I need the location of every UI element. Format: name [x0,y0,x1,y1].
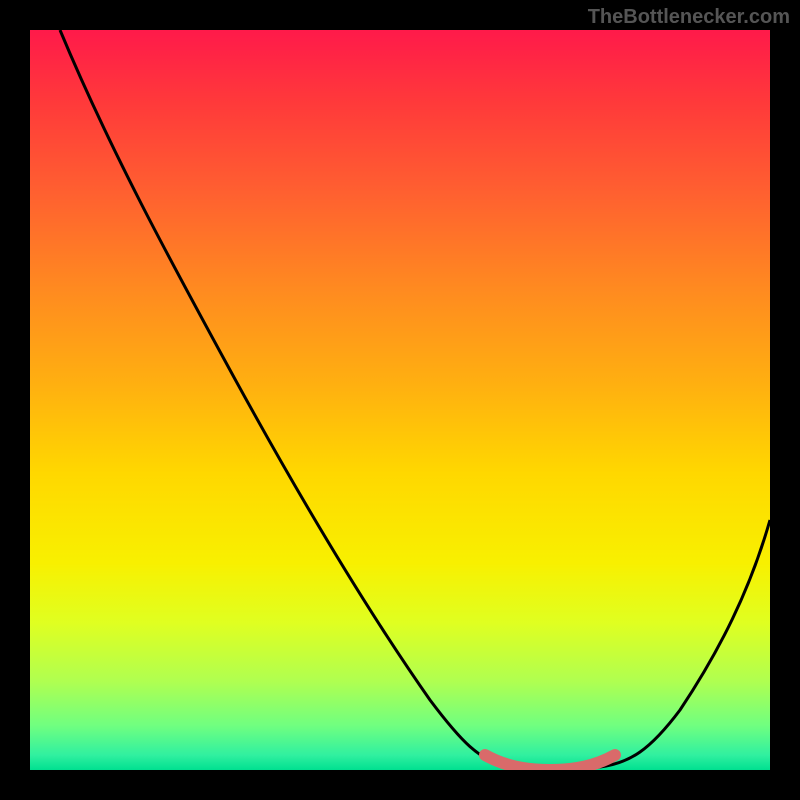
watermark-text: TheBottlenecker.com [588,6,790,29]
chart-container: TheBottlenecker.com [0,0,800,800]
bottleneck-curve [60,30,770,770]
plot-svg [30,30,770,770]
optimal-range-highlight [485,755,615,770]
plot-area [30,30,770,770]
